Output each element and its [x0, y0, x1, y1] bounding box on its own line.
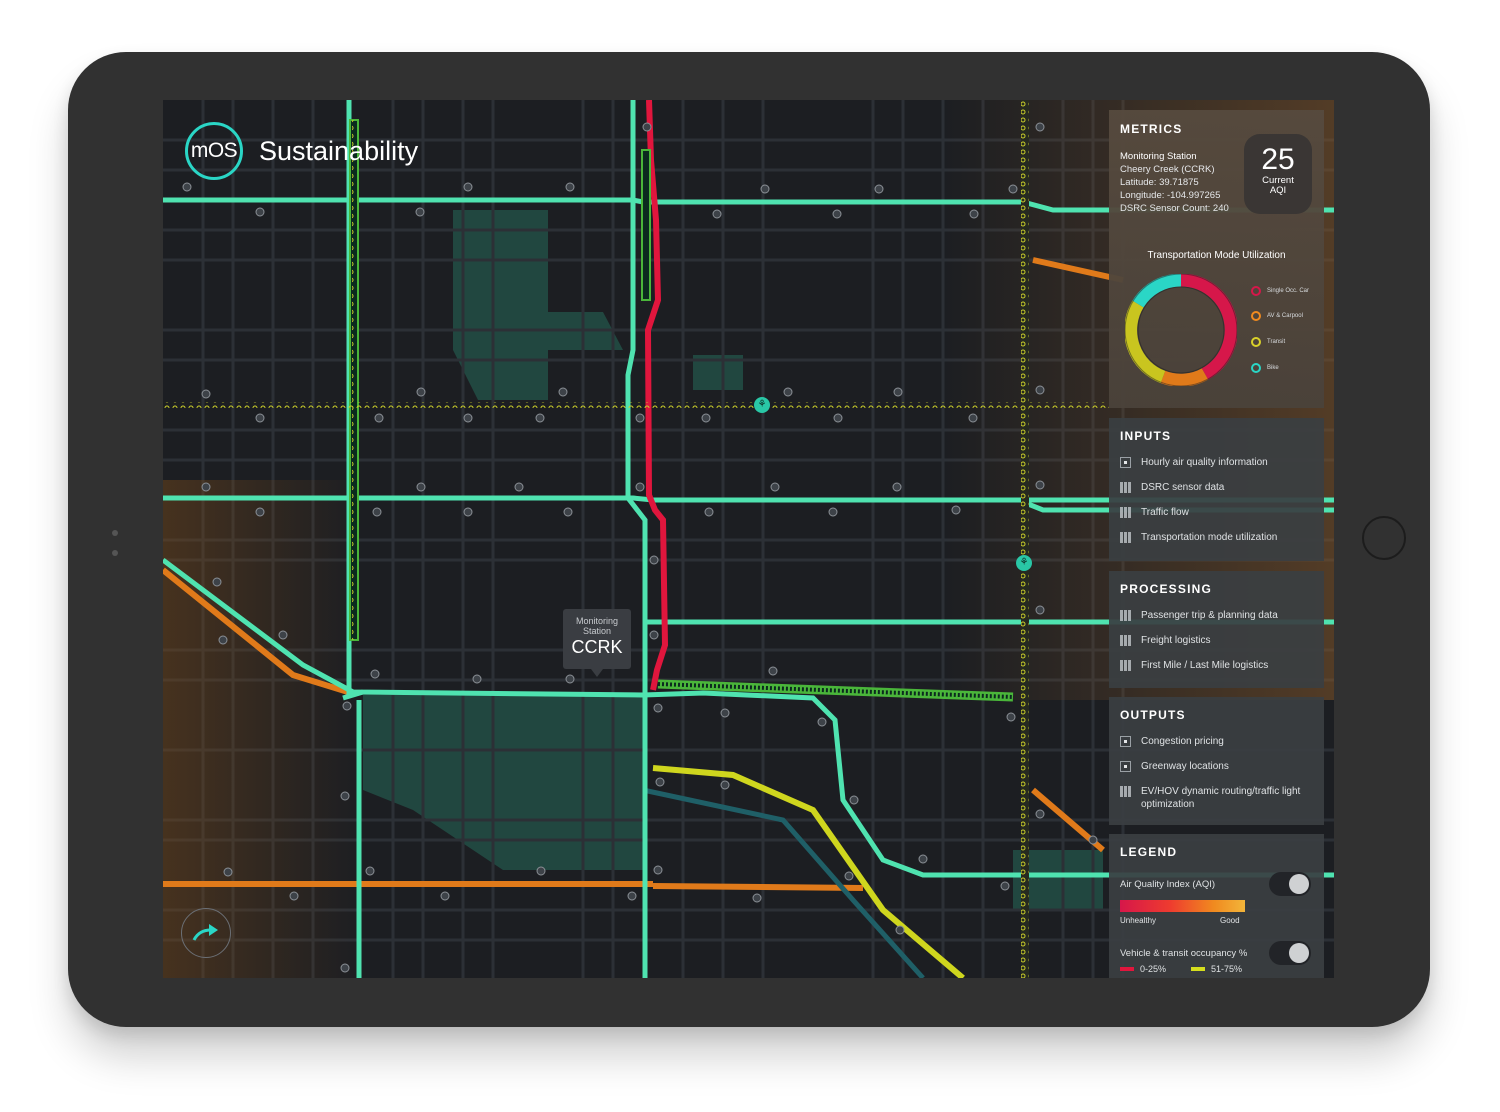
- mode-chart-title: Transportation Mode Utilization: [1147, 250, 1286, 261]
- outputs-heading: OUTPUTS: [1120, 708, 1186, 722]
- grid-icon: [1120, 507, 1131, 518]
- aqi-legend-label: Air Quality Index (AQI): [1120, 879, 1216, 890]
- input-item[interactable]: Traffic flow: [1120, 506, 1313, 519]
- aqi-label-line2: AQI: [1269, 185, 1287, 196]
- route-arrow-icon: [192, 924, 218, 941]
- mode-legend-item: Transit: [1251, 337, 1285, 347]
- inputs-heading: INPUTS: [1120, 429, 1172, 443]
- checkbox-icon: [1120, 761, 1131, 772]
- mode-legend-item: Single Occ. Car: [1251, 286, 1309, 296]
- legend-heading: LEGEND: [1120, 845, 1178, 859]
- aqi-high-label: Good: [1220, 916, 1240, 925]
- mos-logo: mOS: [185, 122, 243, 180]
- metrics-heading: METRICS: [1120, 122, 1183, 136]
- processing-item[interactable]: Freight logistics: [1120, 634, 1313, 647]
- aqi-toggle[interactable]: [1269, 872, 1311, 896]
- inputs-panel: INPUTS Hourly air quality information DS…: [1109, 418, 1324, 561]
- processing-item[interactable]: First Mile / Last Mile logistics: [1120, 659, 1313, 672]
- bike-station-icon[interactable]: ⚘: [1016, 555, 1032, 571]
- mode-utilization-donut: [1125, 274, 1237, 386]
- grid-icon: [1120, 635, 1131, 646]
- bike-station-icon[interactable]: ⚘: [754, 397, 770, 413]
- outputs-panel: OUTPUTS Congestion pricing Greenway loca…: [1109, 697, 1324, 825]
- app-header: mOS Sustainability: [185, 122, 418, 180]
- checkbox-icon: [1120, 736, 1131, 747]
- grid-icon: [1120, 532, 1131, 543]
- input-item[interactable]: DSRC sensor data: [1120, 481, 1313, 494]
- home-button[interactable]: [1362, 516, 1406, 560]
- checkbox-icon: [1120, 457, 1131, 468]
- page-title: Sustainability: [259, 135, 419, 166]
- aqi-value: 25: [1261, 143, 1295, 176]
- mode-legend-item: AV & Carpool: [1251, 311, 1303, 321]
- callout-station-code: CCRK: [571, 637, 623, 657]
- occupancy-legend-label: Vehicle & transit occupancy %: [1120, 948, 1248, 959]
- occupancy-toggle[interactable]: [1269, 941, 1311, 965]
- aqi-gradient-bar: [1120, 900, 1245, 912]
- output-item[interactable]: EV/HOV dynamic routing/traffic light opt…: [1120, 785, 1313, 811]
- processing-item[interactable]: Passenger trip & planning data: [1120, 609, 1313, 622]
- occupancy-legend-a: 0-25%: [1120, 964, 1166, 974]
- metrics-panel: METRICS Monitoring Station Cheery Creek …: [1109, 110, 1324, 408]
- app-screen: ⚘ ⚘ mOS Sustainability Monitoring Statio…: [163, 100, 1334, 978]
- grid-icon: [1120, 482, 1131, 493]
- mode-legend-item: Bike: [1251, 363, 1279, 373]
- navigation-button[interactable]: [181, 908, 231, 958]
- monitoring-station-marker[interactable]: Monitoring Station CCRK: [563, 609, 631, 677]
- callout-label: Monitoring Station: [575, 616, 619, 636]
- current-aqi-badge: 25 Current AQI: [1244, 134, 1312, 214]
- grid-icon: [1120, 786, 1131, 797]
- camera: [112, 530, 120, 560]
- input-item[interactable]: Hourly air quality information: [1120, 456, 1313, 469]
- output-item[interactable]: Congestion pricing: [1120, 735, 1313, 748]
- output-item[interactable]: Greenway locations: [1120, 760, 1313, 773]
- occupancy-legend-b: 51-75%: [1191, 964, 1242, 974]
- grid-icon: [1120, 610, 1131, 621]
- processing-panel: PROCESSING Passenger trip & planning dat…: [1109, 571, 1324, 688]
- legend-panel: LEGEND Air Quality Index (AQI) Unhealthy…: [1109, 834, 1324, 978]
- processing-heading: PROCESSING: [1120, 582, 1213, 596]
- aqi-low-label: Unhealthy: [1120, 916, 1157, 925]
- grid-icon: [1120, 660, 1131, 671]
- input-item[interactable]: Transportation mode utilization: [1120, 531, 1313, 544]
